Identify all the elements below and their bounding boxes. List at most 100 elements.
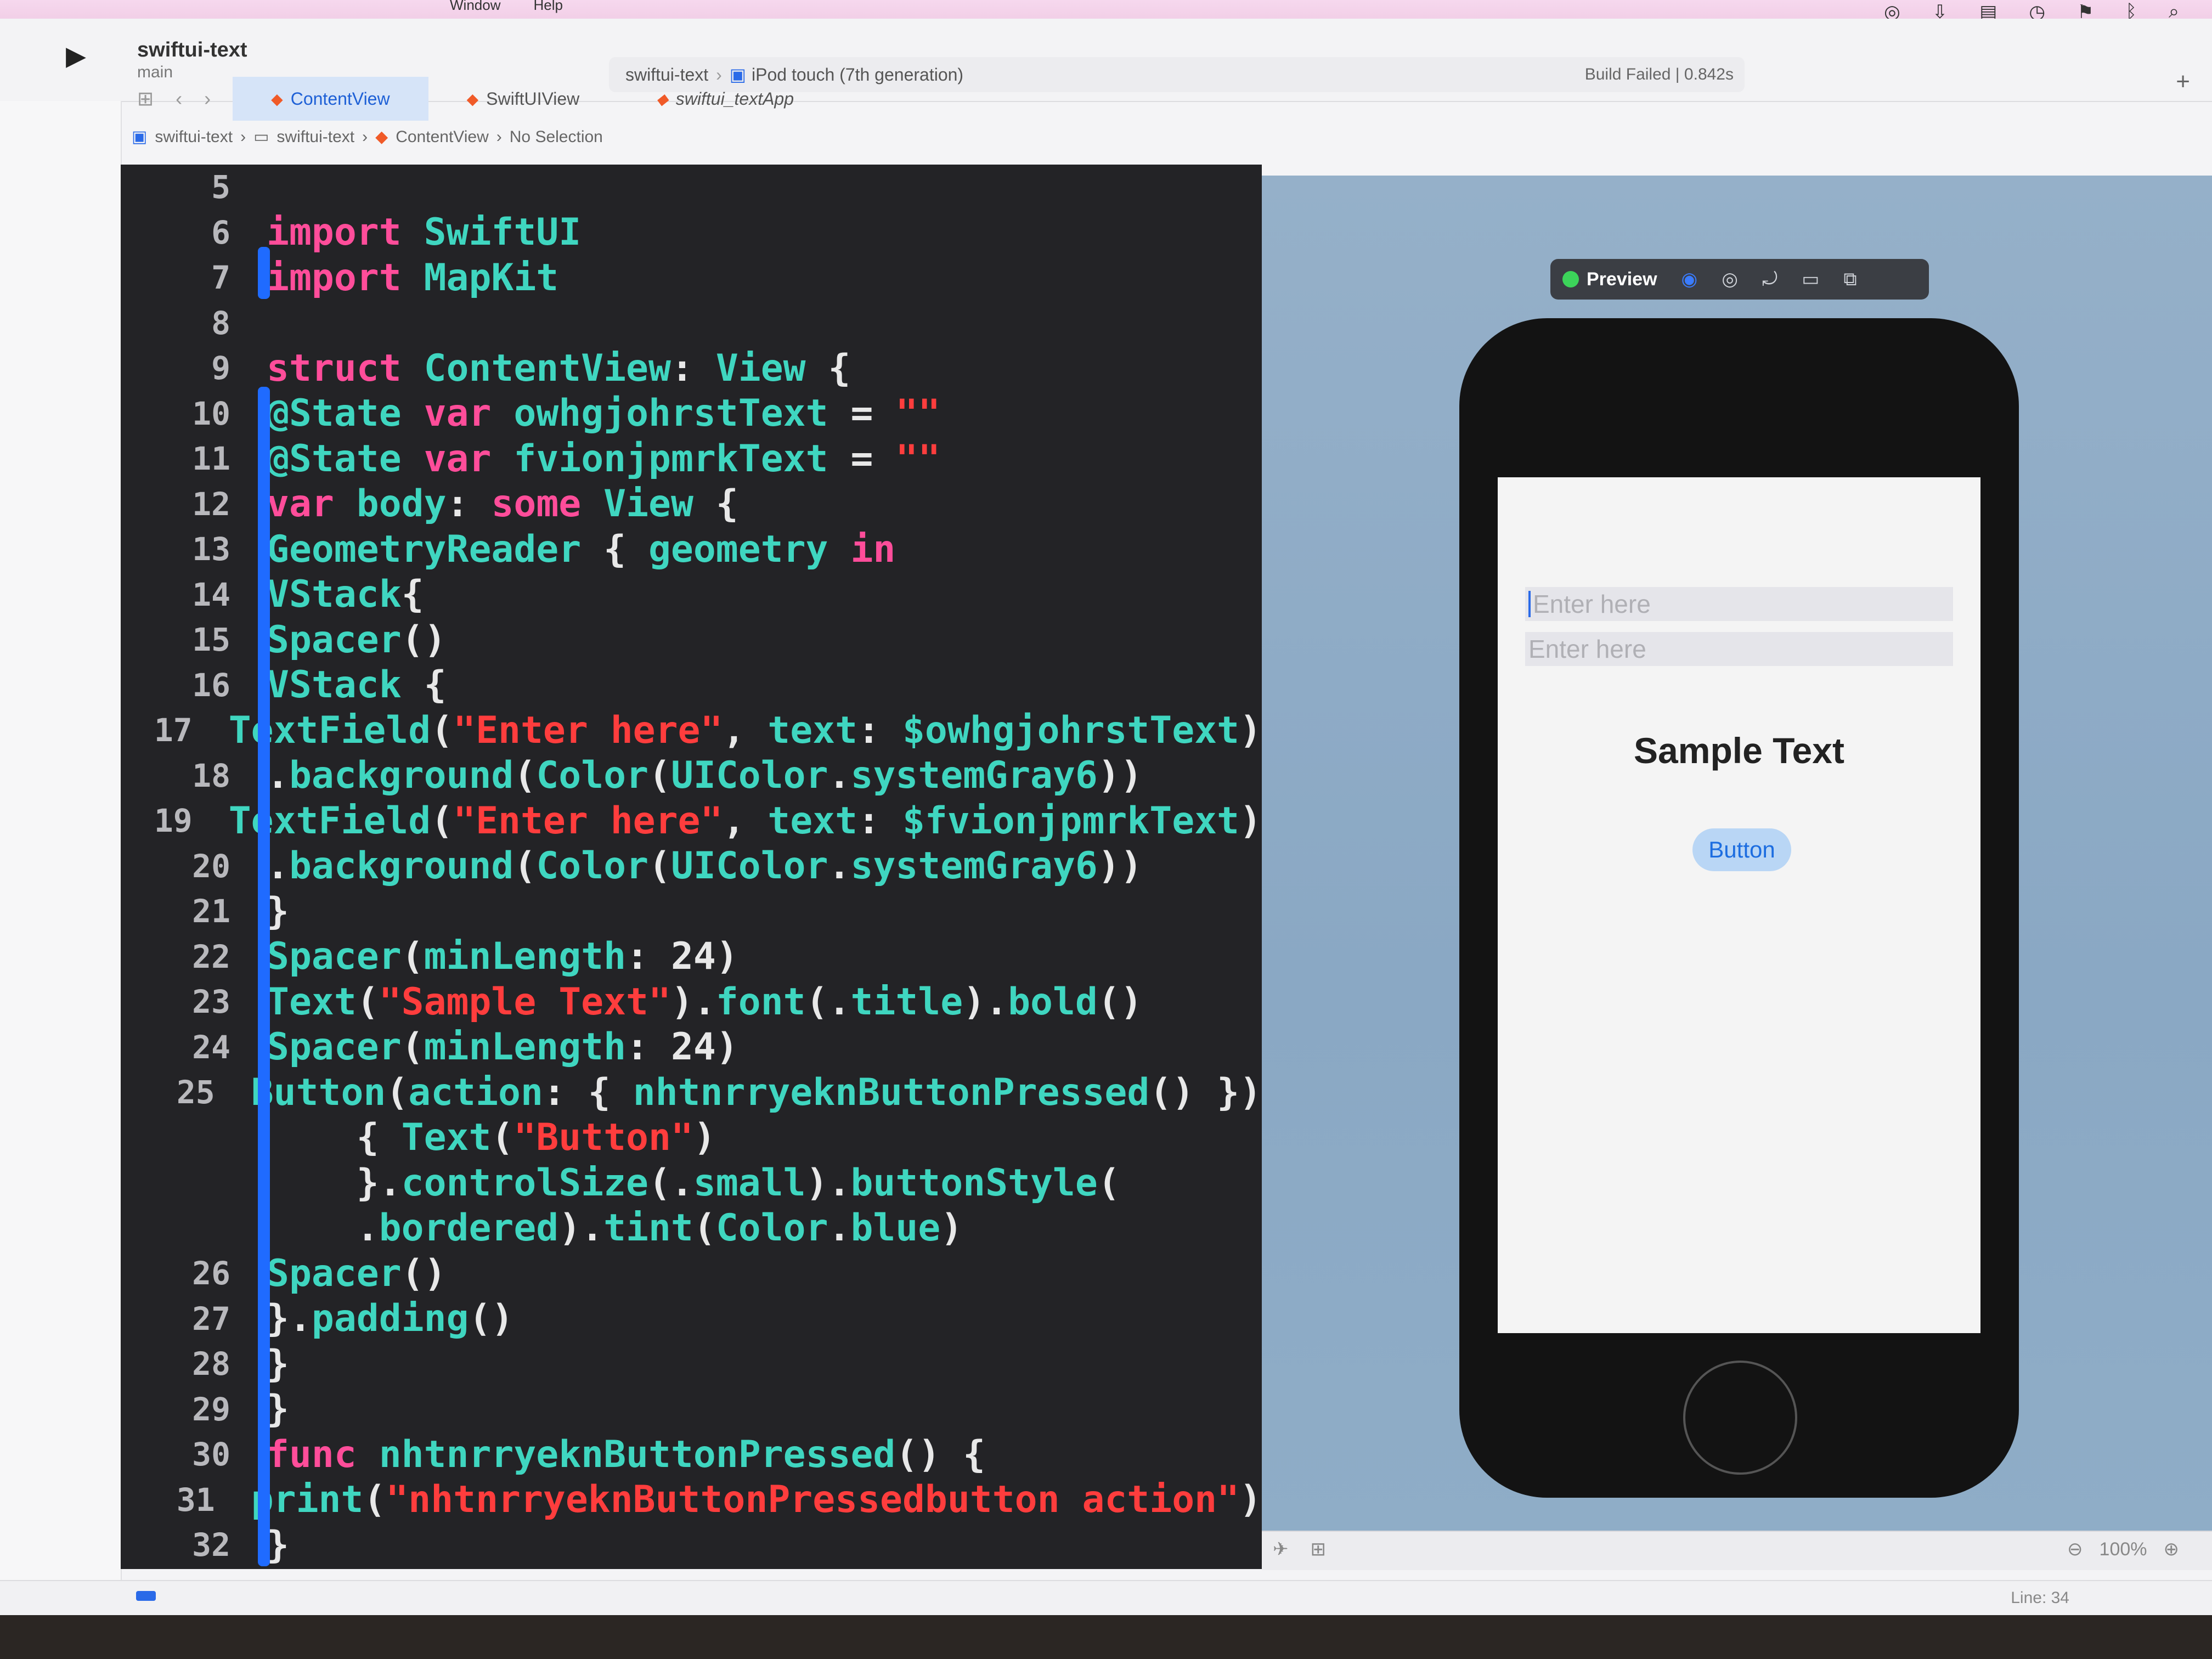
code-line[interactable]: 8 [121, 301, 1262, 346]
project-info[interactable]: swiftui-text main [137, 38, 247, 82]
line-number: 8 [211, 304, 230, 342]
code-line[interactable]: 29} [121, 1387, 1262, 1432]
code-line[interactable]: 7 import MapKit [121, 255, 1262, 301]
navigator-strip [0, 101, 122, 1615]
zoom-level[interactable]: 100% [2100, 1539, 2147, 1560]
change-indicator [258, 247, 270, 299]
preview-toolbar: Preview ◉ ◎ ⤾ ▭ ⧉ [1550, 259, 1929, 300]
forward-icon[interactable]: › [204, 87, 211, 110]
code-line[interactable]: .bordered).tint(Color.blue) [121, 1206, 1262, 1251]
device-settings-icon[interactable]: ▭ [1802, 268, 1819, 290]
editor-tab-bar: ⊞ ‹ › ◆ ContentView ◆ SwiftUIView ◆ swif… [121, 77, 2212, 121]
code-line[interactable]: 14 VStack{ [121, 572, 1262, 618]
code-line[interactable]: 6 import SwiftUI [121, 210, 1262, 256]
breadcrumb-item[interactable]: swiftui-text [155, 128, 233, 146]
folder-icon: ▭ [253, 128, 269, 146]
code-line[interactable]: 17 TextField("Enter here", text: $owhgjoh… [121, 708, 1262, 753]
code-line[interactable]: 21} [121, 889, 1262, 934]
tab-swiftui-textapp[interactable]: ◆ swiftui_textApp [618, 77, 832, 121]
code-editor[interactable]: 5 6 import SwiftUI 7 import MapKit 8 9 struct C… [121, 165, 1262, 1569]
code-line[interactable]: }.controlSize(.small).buttonStyle( [121, 1160, 1262, 1206]
canvas-footer: ✈ ⊞ ⊖ 100% ⊕ [1262, 1531, 2212, 1570]
grid-icon[interactable]: ⊞ [137, 87, 154, 110]
code-line[interactable]: 26 Spacer() [121, 1251, 1262, 1296]
line-number: 22 [192, 938, 230, 975]
code-line[interactable]: 23 Text("Sample Text").font(.title).bold(… [121, 979, 1262, 1025]
code-line[interactable]: 15 Spacer() [121, 617, 1262, 663]
zoom-out-icon[interactable]: ⊖ [2067, 1538, 2083, 1560]
code-line[interactable]: 30 func nhtnrryeknButtonPressed() { [121, 1432, 1262, 1477]
code-line[interactable]: 28} [121, 1341, 1262, 1387]
duplicate-icon[interactable]: ⧉ [1843, 269, 1857, 290]
selectable-mode-icon[interactable]: ◉ [1681, 268, 1698, 290]
breadcrumb-item[interactable]: ContentView [396, 128, 489, 146]
device-frame: Enter here Enter here Sample Text Button [1459, 318, 2019, 1498]
code-line[interactable]: 25 Button(action: { nhtnrryeknButtonPress… [121, 1070, 1262, 1115]
live-indicator-icon [1562, 271, 1579, 287]
code-text: Text("Sample Text").font(.title).bold() [267, 980, 1143, 1024]
code-text: Spacer() [267, 1251, 447, 1295]
code-text: } [267, 1387, 289, 1431]
rotate-icon[interactable]: ⤾ [1762, 269, 1778, 290]
zoom-in-icon[interactable]: ⊕ [2164, 1538, 2180, 1560]
chevron-right-icon: › [362, 127, 368, 146]
breadcrumb-item[interactable]: No Selection [510, 128, 603, 146]
line-number: 17 [154, 712, 193, 749]
menu-window[interactable]: Window [450, 0, 500, 14]
code-text: Spacer(minLength: 24) [267, 1025, 738, 1069]
code-line[interactable]: 9 struct ContentView: View { [121, 346, 1262, 391]
app-icon: ▣ [132, 128, 148, 146]
code-line[interactable]: 31 print("nhtnrryeknButtonPressedbutton a… [121, 1477, 1262, 1523]
line-number: 23 [192, 983, 230, 1021]
menu-help[interactable]: Help [533, 0, 562, 14]
grid-icon[interactable]: ⊞ [1311, 1538, 1327, 1560]
code-text: import SwiftUI [267, 211, 582, 255]
code-text: { Text("Button") [267, 1116, 716, 1160]
device-screen: Enter here Enter here Sample Text Button [1498, 477, 1980, 1333]
code-line[interactable]: 11 @State var fvionjpmrkText = "" [121, 436, 1262, 482]
back-icon[interactable]: ‹ [176, 87, 182, 110]
code-line[interactable]: 20 .background(Color(UIColor.systemGray6)… [121, 844, 1262, 889]
code-line[interactable]: 24 Spacer(minLength: 24) [121, 1025, 1262, 1070]
line-number: 10 [192, 394, 230, 432]
code-text: Button(action: { nhtnrryeknButtonPressed… [251, 1070, 1262, 1114]
pin-icon[interactable]: ✈ [1273, 1538, 1289, 1560]
code-line[interactable]: 10 @State var owhgjohrstText = "" [121, 391, 1262, 437]
code-line[interactable]: { Text("Button") [121, 1115, 1262, 1161]
preview-label[interactable]: Preview [1587, 269, 1657, 290]
tab-swiftuiview[interactable]: ◆ SwiftUIView [428, 77, 618, 121]
code-line[interactable]: 27}.padding() [121, 1296, 1262, 1342]
textfield-2[interactable]: Enter here [1525, 632, 1953, 666]
line-number: 30 [192, 1436, 230, 1474]
textfield-2-placeholder: Enter here [1528, 635, 1646, 663]
code-line[interactable]: 5 [121, 165, 1262, 210]
line-number: 21 [192, 893, 230, 930]
swift-file-icon: ◆ [656, 90, 668, 108]
line-number: 27 [192, 1300, 230, 1338]
variants-icon[interactable]: ◎ [1722, 268, 1738, 290]
code-line[interactable]: 18 .background(Color(UIColor.systemGray6)… [121, 753, 1262, 799]
textfield-1[interactable]: Enter here [1525, 587, 1953, 621]
code-line[interactable]: 13 GeometryReader { geometry in [121, 527, 1262, 572]
line-number: 18 [192, 757, 230, 794]
line-number: 9 [211, 349, 230, 387]
code-line[interactable]: 12 var body: some View { [121, 482, 1262, 527]
tab-contentview[interactable]: ◆ ContentView [233, 77, 428, 121]
build-indicator [136, 1591, 156, 1601]
chevron-right-icon: › [496, 127, 502, 146]
status-bar: Line: 34 [0, 1580, 2212, 1616]
run-button[interactable]: ▶ [66, 41, 86, 71]
code-line[interactable]: 16 VStack { [121, 663, 1262, 708]
code-line[interactable]: 22 Spacer(minLength: 24) [121, 934, 1262, 980]
home-button[interactable] [1683, 1361, 1797, 1475]
code-text: @State var fvionjpmrkText = "" [267, 437, 941, 481]
breadcrumb-item[interactable]: swiftui-text [276, 128, 354, 146]
code-text: var body: some View { [267, 482, 738, 526]
code-line[interactable]: 32} [121, 1522, 1262, 1568]
code-line[interactable]: 19 TextField("Enter here", text: $fvionjp… [121, 798, 1262, 844]
sample-text: Sample Text [1634, 730, 1844, 771]
code-text: } [267, 1523, 289, 1567]
tab-navigation: ⊞ ‹ › [137, 87, 211, 110]
preview-button[interactable]: Button [1692, 828, 1791, 871]
code-text: func nhtnrryeknButtonPressed() { [267, 1432, 986, 1476]
